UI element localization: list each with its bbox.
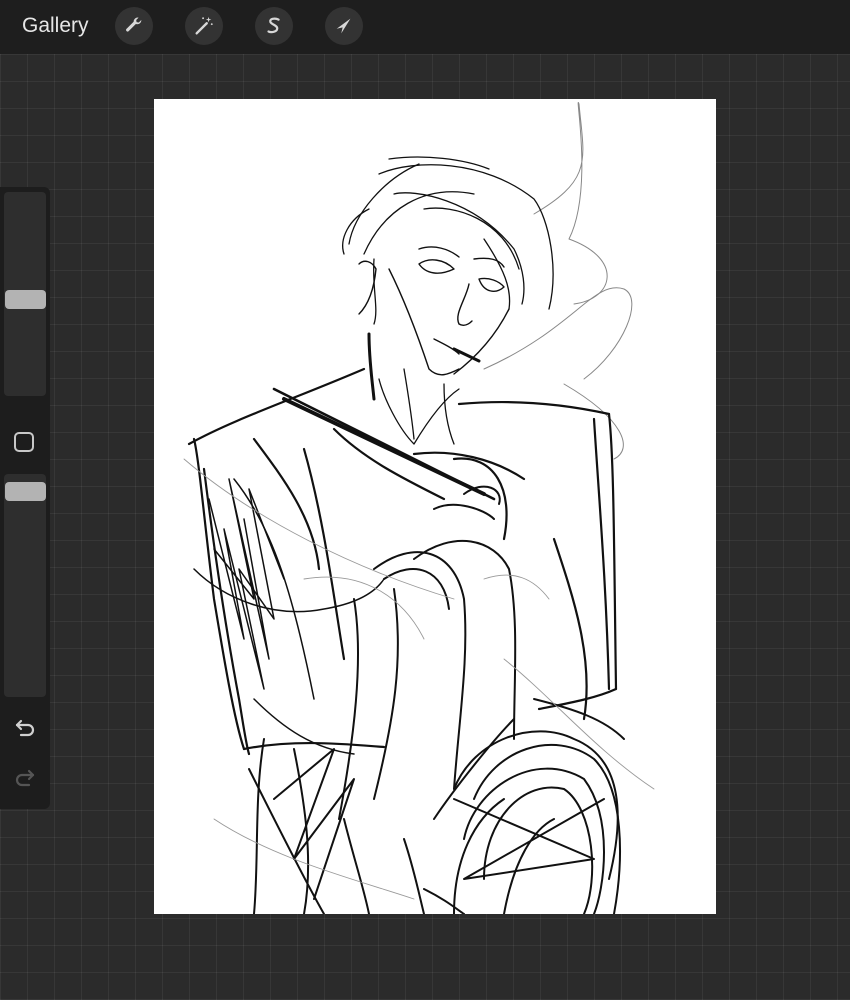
opacity-thumb[interactable] (5, 482, 46, 501)
top-toolbar: Gallery (0, 0, 850, 54)
opacity-slider[interactable] (4, 474, 46, 697)
redo-icon[interactable] (13, 765, 37, 789)
transform-button[interactable] (325, 7, 363, 45)
brush-size-thumb[interactable] (5, 290, 46, 309)
wrench-icon (126, 17, 142, 32)
actions-button[interactable] (115, 7, 153, 45)
left-sidebar (0, 187, 50, 809)
adjustments-button[interactable] (185, 7, 223, 45)
modify-square-button[interactable] (14, 432, 34, 452)
selection-s-icon (267, 17, 280, 34)
drawing-canvas[interactable] (154, 99, 716, 914)
selection-button[interactable] (255, 7, 293, 45)
undo-icon[interactable] (13, 715, 37, 739)
magic-wand-icon (195, 16, 213, 35)
brush-size-slider[interactable] (4, 192, 46, 396)
gallery-button[interactable]: Gallery (22, 14, 89, 38)
sketch-artwork (183, 101, 655, 914)
arrow-cursor-icon (336, 18, 351, 34)
